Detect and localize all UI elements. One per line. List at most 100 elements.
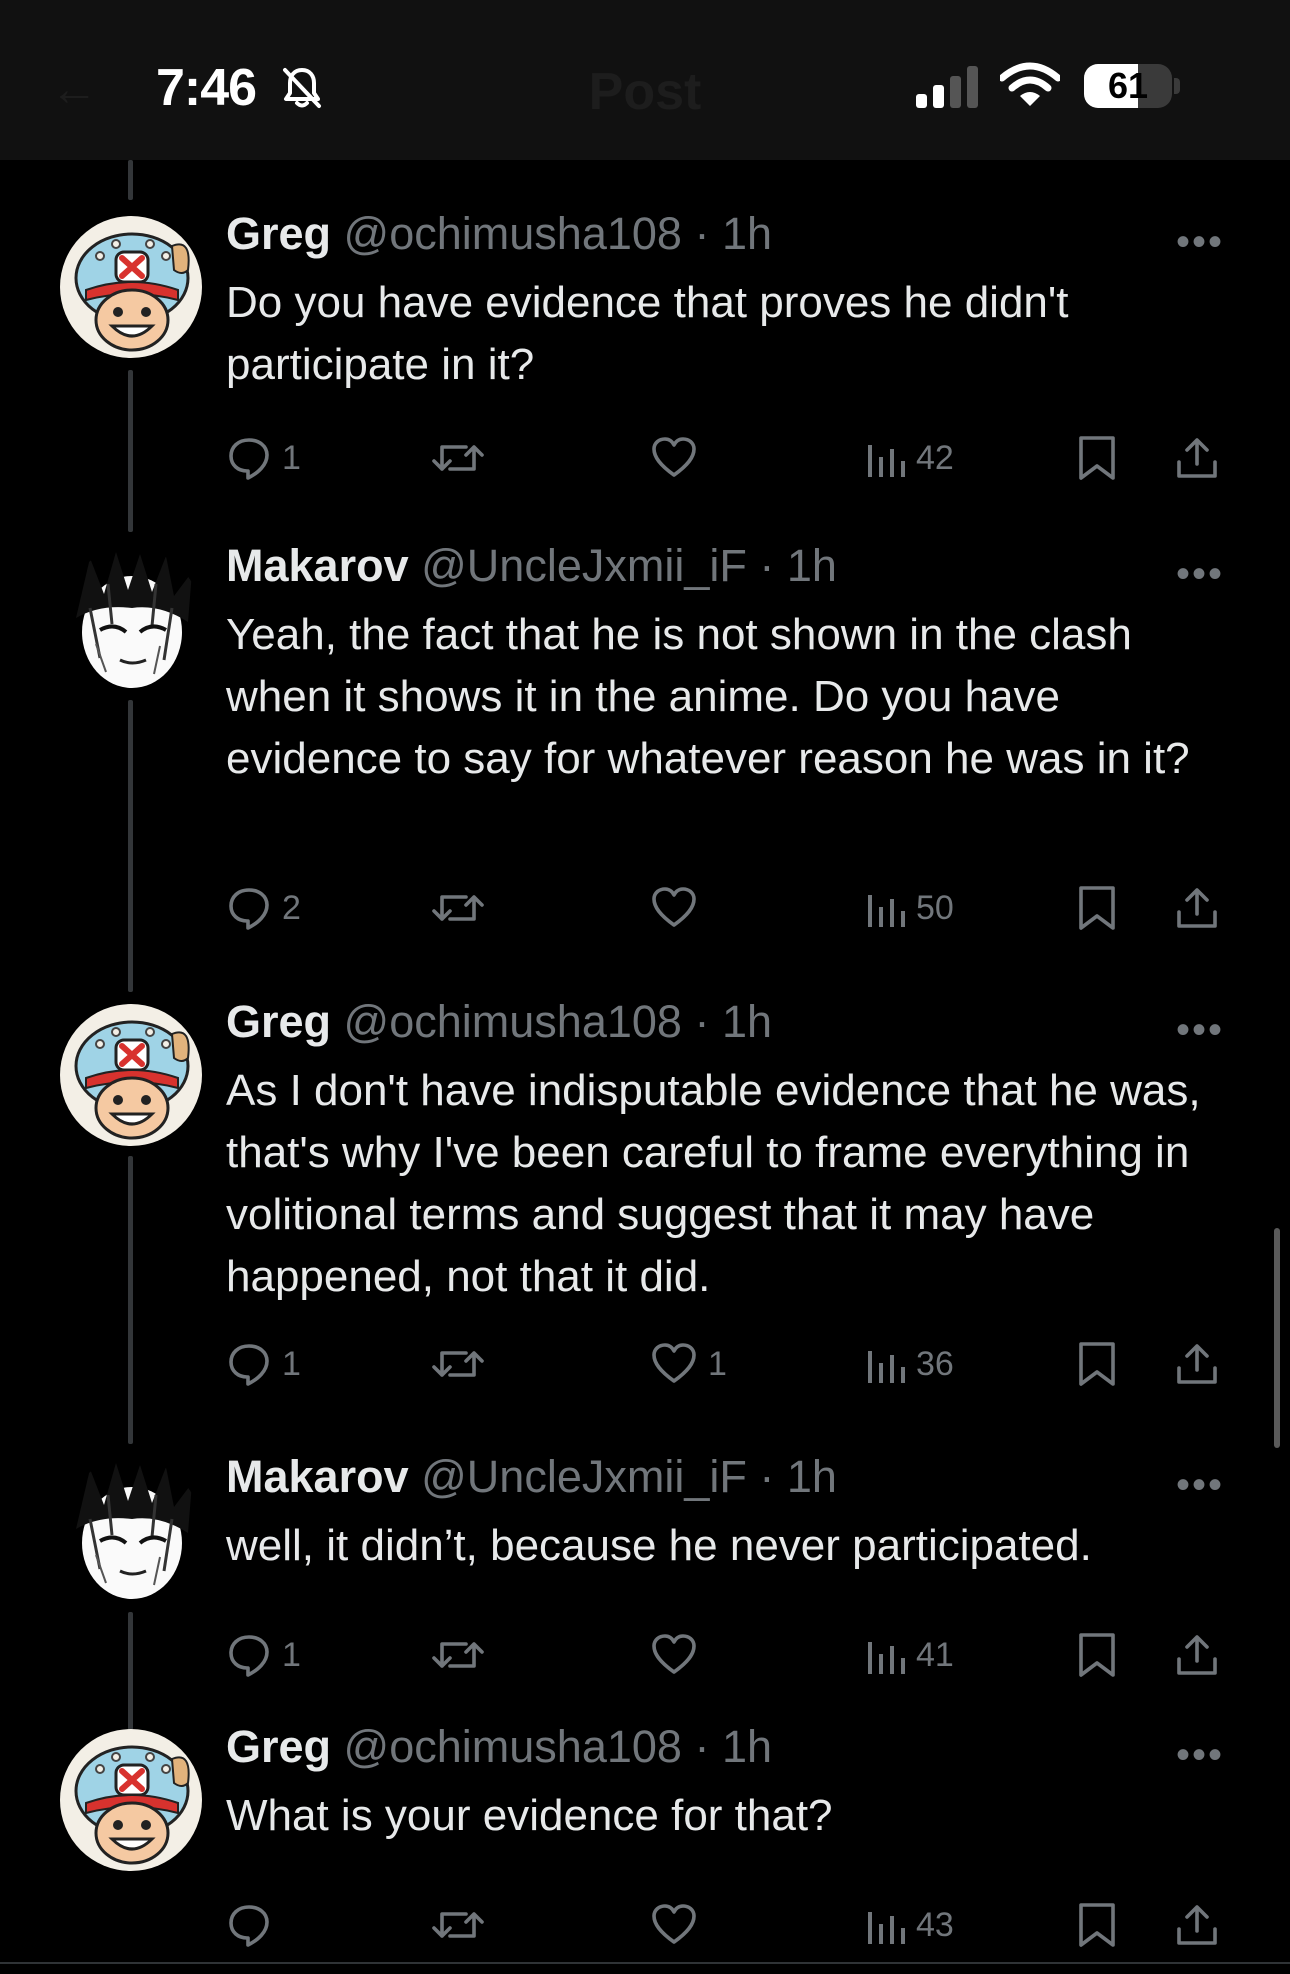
share-button[interactable] bbox=[1174, 428, 1220, 488]
reply-header: Makarov @UncleJxmii_iF · 1h bbox=[226, 540, 837, 592]
repost-button[interactable] bbox=[430, 1895, 496, 1955]
share-button[interactable] bbox=[1174, 1895, 1220, 1955]
bookmark-button[interactable] bbox=[1076, 428, 1118, 488]
bookmark-button[interactable] bbox=[1076, 1334, 1118, 1394]
view-count: 42 bbox=[916, 438, 954, 477]
reply-count: 1 bbox=[282, 1635, 301, 1674]
reply-header: Greg @ochimusha108 · 1h bbox=[226, 996, 772, 1048]
thread-line bbox=[128, 700, 133, 992]
reply-count: 1 bbox=[282, 1344, 301, 1383]
views-chart-icon bbox=[866, 885, 906, 931]
reply-icon bbox=[226, 1632, 272, 1678]
status-bar: ← Post 7:46 61 bbox=[0, 0, 1290, 160]
reply-count: 2 bbox=[282, 888, 301, 927]
more-options-icon[interactable]: ••• bbox=[1176, 220, 1224, 265]
author-handle[interactable]: @UncleJxmii_iF bbox=[421, 540, 747, 591]
share-icon bbox=[1174, 1340, 1220, 1388]
bookmark-icon bbox=[1076, 884, 1118, 932]
avatar[interactable] bbox=[60, 1729, 202, 1871]
more-options-icon[interactable]: ••• bbox=[1176, 1733, 1224, 1778]
repost-icon bbox=[430, 1632, 486, 1678]
more-options-icon[interactable]: ••• bbox=[1176, 1463, 1224, 1508]
like-button[interactable] bbox=[650, 1895, 708, 1955]
reply-header: Greg @ochimusha108 · 1h bbox=[226, 1721, 772, 1773]
avatar[interactable] bbox=[60, 1459, 202, 1601]
reply-text: Yeah, the fact that he is not shown in t… bbox=[226, 610, 1190, 783]
views-chart-icon bbox=[866, 1341, 906, 1387]
reply-button[interactable]: 1 bbox=[226, 428, 301, 488]
avatar-chopper-image bbox=[60, 1729, 202, 1871]
like-button[interactable] bbox=[650, 428, 708, 488]
views-chart-icon bbox=[866, 435, 906, 481]
avatar-chopper-image bbox=[60, 1004, 202, 1146]
author-handle[interactable]: @ochimusha108 bbox=[344, 996, 682, 1047]
repost-icon bbox=[430, 1902, 486, 1948]
avatar-manga-image bbox=[60, 1459, 202, 1601]
reply-header: Makarov @UncleJxmii_iF · 1h bbox=[226, 1451, 837, 1503]
author-handle[interactable]: @UncleJxmii_iF bbox=[421, 1451, 747, 1502]
author-name[interactable]: Makarov bbox=[226, 1451, 409, 1502]
heart-icon bbox=[650, 435, 698, 481]
share-button[interactable] bbox=[1174, 878, 1220, 938]
more-options-icon[interactable]: ••• bbox=[1176, 552, 1224, 597]
post-time: · 1h bbox=[694, 208, 772, 259]
views-chart-icon bbox=[866, 1902, 906, 1948]
repost-button[interactable] bbox=[430, 428, 496, 488]
share-icon bbox=[1174, 884, 1220, 932]
views-button[interactable]: 43 bbox=[866, 1895, 954, 1955]
reply-button[interactable]: 1 bbox=[226, 1334, 301, 1394]
reply-text: As I don't have indisputable evidence th… bbox=[226, 1066, 1201, 1301]
battery-indicator: 61 bbox=[1084, 64, 1172, 108]
post-time: · 1h bbox=[759, 1451, 837, 1502]
author-name[interactable]: Greg bbox=[226, 1721, 331, 1772]
scrollbar[interactable] bbox=[1274, 1228, 1280, 1448]
like-button[interactable] bbox=[650, 878, 708, 938]
more-options-icon[interactable]: ••• bbox=[1176, 1008, 1224, 1053]
views-button[interactable]: 36 bbox=[866, 1334, 954, 1394]
action-bar: 1 42 bbox=[226, 428, 1226, 488]
reply-button[interactable]: 2 bbox=[226, 878, 301, 938]
reply-button[interactable] bbox=[226, 1895, 282, 1955]
like-count: 1 bbox=[708, 1344, 727, 1383]
bookmark-icon bbox=[1076, 1340, 1118, 1388]
author-name[interactable]: Greg bbox=[226, 208, 331, 259]
repost-button[interactable] bbox=[430, 1625, 496, 1685]
thread-line bbox=[128, 370, 133, 532]
views-button[interactable]: 41 bbox=[866, 1625, 954, 1685]
share-button[interactable] bbox=[1174, 1334, 1220, 1394]
reply-icon bbox=[226, 1902, 272, 1948]
avatar[interactable] bbox=[60, 1004, 202, 1146]
views-button[interactable]: 42 bbox=[866, 428, 954, 488]
view-count: 41 bbox=[916, 1635, 954, 1674]
reply-header: Greg @ochimusha108 · 1h bbox=[226, 208, 772, 260]
bookmark-button[interactable] bbox=[1076, 1895, 1118, 1955]
bookmark-button[interactable] bbox=[1076, 878, 1118, 938]
avatar[interactable] bbox=[60, 548, 202, 690]
view-count: 50 bbox=[916, 888, 954, 927]
repost-button[interactable] bbox=[430, 1334, 496, 1394]
reply-icon bbox=[226, 1341, 272, 1387]
author-name[interactable]: Greg bbox=[226, 996, 331, 1047]
share-icon bbox=[1174, 1631, 1220, 1679]
author-handle[interactable]: @ochimusha108 bbox=[344, 208, 682, 259]
reply-count: 1 bbox=[282, 438, 301, 477]
heart-icon bbox=[650, 1632, 698, 1678]
avatar[interactable] bbox=[60, 216, 202, 358]
avatar-chopper-image bbox=[60, 216, 202, 358]
bookmark-button[interactable] bbox=[1076, 1625, 1118, 1685]
like-button[interactable] bbox=[650, 1625, 708, 1685]
reply-text: What is your evidence for that? bbox=[226, 1791, 833, 1840]
author-name[interactable]: Makarov bbox=[226, 540, 409, 591]
share-button[interactable] bbox=[1174, 1625, 1220, 1685]
heart-icon bbox=[650, 885, 698, 931]
author-handle[interactable]: @ochimusha108 bbox=[344, 1721, 682, 1772]
repost-button[interactable] bbox=[430, 878, 496, 938]
battery-percent: 61 bbox=[1107, 65, 1149, 106]
reply-button[interactable]: 1 bbox=[226, 1625, 301, 1685]
reply-text: Do you have evidence that proves he didn… bbox=[226, 278, 1069, 389]
views-button[interactable]: 50 bbox=[866, 878, 954, 938]
like-button[interactable]: 1 bbox=[650, 1334, 727, 1394]
post-time: · 1h bbox=[759, 540, 837, 591]
post-time: · 1h bbox=[694, 1721, 772, 1772]
reply-text: well, it didn’t, because he never partic… bbox=[226, 1521, 1092, 1570]
